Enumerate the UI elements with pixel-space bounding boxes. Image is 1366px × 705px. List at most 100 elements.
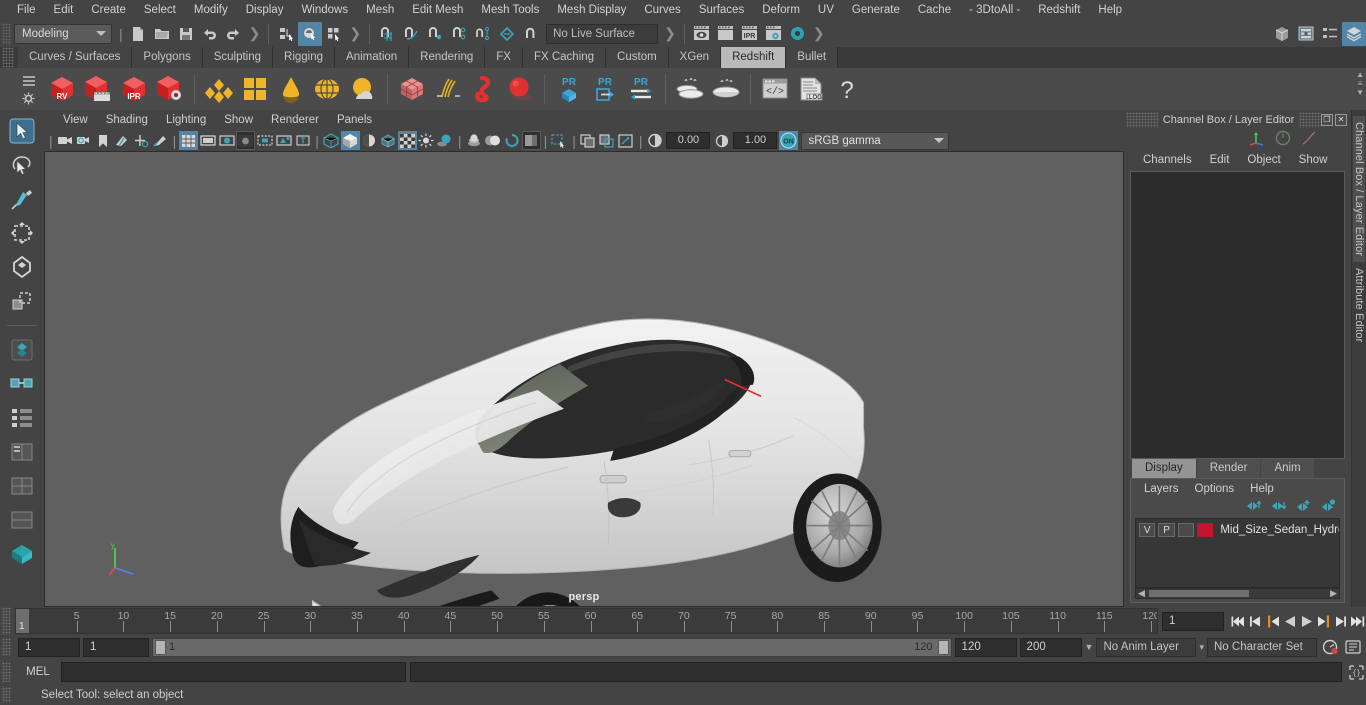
gamma-icon[interactable] bbox=[712, 131, 731, 150]
menu-item-create[interactable]: Create bbox=[82, 0, 135, 20]
undo-icon[interactable] bbox=[198, 22, 222, 46]
menu-item-file[interactable]: File bbox=[8, 0, 45, 20]
help-line-grip[interactable] bbox=[2, 687, 11, 703]
panel-grip[interactable] bbox=[1126, 111, 1158, 128]
time-slider-grip[interactable] bbox=[2, 607, 11, 635]
anim-layer-selector[interactable]: No Anim Layer bbox=[1096, 637, 1197, 657]
select-tool[interactable] bbox=[6, 114, 38, 148]
menu-item-curves[interactable]: Curves bbox=[635, 0, 689, 20]
script-editor-icon[interactable]: {} bbox=[1346, 662, 1366, 682]
shelf-button-redshift-proxy-convert[interactable]: PR bbox=[623, 71, 659, 107]
layer-playback-toggle[interactable]: P bbox=[1158, 523, 1175, 537]
persp-quick-layout[interactable] bbox=[6, 469, 38, 503]
channel-box-content[interactable] bbox=[1130, 171, 1345, 459]
panel-menu-renderer[interactable]: Renderer bbox=[262, 110, 328, 130]
shelf-tab-curves-surfaces[interactable]: Curves / Surfaces bbox=[18, 47, 133, 68]
shelf-tab-rigging[interactable]: Rigging bbox=[273, 47, 336, 68]
isolate-select-icon[interactable] bbox=[550, 131, 569, 150]
shelf-button-redshift-script-editor[interactable]: </> bbox=[757, 71, 793, 107]
lasso-select-tool[interactable] bbox=[6, 148, 38, 182]
scroll-left-arrow-icon[interactable]: ◀ bbox=[1136, 588, 1147, 599]
menu-item-mesh-display[interactable]: Mesh Display bbox=[548, 0, 635, 20]
grease-pencil-icon[interactable] bbox=[151, 131, 170, 150]
show-hide-modeling-toolkit-icon[interactable] bbox=[1270, 22, 1294, 46]
paint-select-tool[interactable] bbox=[6, 182, 38, 216]
animation-preferences-icon[interactable] bbox=[1343, 637, 1363, 657]
viewport-copy-icon[interactable] bbox=[579, 131, 598, 150]
2d-pan-zoom-icon[interactable] bbox=[132, 131, 151, 150]
menu-item-surfaces[interactable]: Surfaces bbox=[690, 0, 753, 20]
shelf-scroll-arrows[interactable]: ▲ ≡ ▼ bbox=[1356, 70, 1364, 97]
scroll-thumb[interactable] bbox=[1148, 590, 1249, 597]
last-tool-used[interactable] bbox=[6, 333, 38, 367]
panel-menu-shading[interactable]: Shading bbox=[97, 110, 157, 130]
shelf-button-redshift-bake-all[interactable] bbox=[708, 71, 744, 107]
channel-menu-show[interactable]: Show bbox=[1290, 154, 1337, 166]
redo-icon[interactable] bbox=[222, 22, 246, 46]
outliner-quick-layout[interactable] bbox=[6, 435, 38, 469]
shelf-tab-bullet[interactable]: Bullet bbox=[786, 47, 839, 68]
bookmark-icon[interactable] bbox=[94, 131, 113, 150]
shelf-button-redshift-ipr-render[interactable]: IPR bbox=[116, 71, 152, 107]
layer-menu-options[interactable]: Options bbox=[1187, 483, 1243, 495]
select-by-hierarchy-icon[interactable] bbox=[274, 22, 298, 46]
layer-list-horizontal-scrollbar[interactable]: ◀ ▶ bbox=[1135, 588, 1340, 599]
command-language-label[interactable]: MEL bbox=[19, 666, 57, 678]
time-slider[interactable]: 1 5 10 15 20 25 30 35 40 45 50 55 60 65 70 75 80 85 90 95 1… bbox=[15, 608, 1158, 634]
create-new-layer-icon[interactable] bbox=[1296, 499, 1311, 515]
range-start-time-field[interactable]: 1 bbox=[83, 637, 149, 657]
layer-menu-help[interactable]: Help bbox=[1242, 483, 1282, 495]
exposure-field[interactable]: 0.00 bbox=[666, 132, 711, 149]
panel-menu-view[interactable]: View bbox=[54, 110, 97, 130]
range-start-handle[interactable] bbox=[155, 639, 166, 655]
move-tool[interactable] bbox=[6, 216, 38, 250]
menu-item-cache[interactable]: Cache bbox=[909, 0, 960, 20]
hypershade-icon[interactable] bbox=[786, 22, 810, 46]
select-by-component-type-icon[interactable] bbox=[322, 22, 346, 46]
motion-blur-icon[interactable] bbox=[484, 131, 503, 150]
viewport-paste-icon[interactable] bbox=[598, 131, 617, 150]
render-settings-icon[interactable] bbox=[762, 22, 786, 46]
shelf-button-redshift-proxy-export[interactable]: PR bbox=[551, 71, 587, 107]
snap-settings-icon[interactable] bbox=[519, 22, 543, 46]
shelf-tab-fx[interactable]: FX bbox=[485, 47, 523, 68]
panel-menu-panels[interactable]: Panels bbox=[328, 110, 381, 130]
shelf-tab-fx-caching[interactable]: FX Caching bbox=[522, 47, 607, 68]
menu-item-edit-mesh[interactable]: Edit Mesh bbox=[403, 0, 472, 20]
go-to-start-icon[interactable] bbox=[1230, 610, 1247, 632]
play-backwards-icon[interactable] bbox=[1281, 610, 1298, 632]
shelf-tab-polygons[interactable]: Polygons bbox=[132, 47, 203, 68]
menu-set-selector[interactable]: Modeling bbox=[14, 23, 112, 44]
shelf-button-redshift-render-settings[interactable] bbox=[152, 71, 188, 107]
layer-tab-anim[interactable]: Anim bbox=[1261, 459, 1314, 478]
screen-space-ao-icon[interactable] bbox=[465, 131, 484, 150]
layer-shading-toggle[interactable] bbox=[1177, 523, 1195, 537]
layer-name[interactable]: Mid_Size_Sedan_Hydro bbox=[1216, 524, 1339, 536]
snap-to-grid-icon[interactable] bbox=[375, 22, 399, 46]
resolution-gate-icon[interactable] bbox=[217, 131, 236, 150]
color-management-toggle-icon[interactable]: ON bbox=[779, 131, 799, 150]
xray-icon[interactable] bbox=[379, 131, 398, 150]
menu-item-select[interactable]: Select bbox=[135, 0, 185, 20]
shelf-button-redshift-sphere[interactable] bbox=[502, 71, 538, 107]
shelf-menu-icon[interactable] bbox=[20, 72, 37, 89]
step-back-frame-icon[interactable] bbox=[1264, 610, 1281, 632]
shelf-tab-redshift[interactable]: Redshift bbox=[721, 47, 787, 68]
menu-item-3dtoall[interactable]: - 3DtoAll - bbox=[960, 0, 1029, 20]
shelf-tab-sculpting[interactable]: Sculpting bbox=[202, 47, 274, 68]
layer-visibility-toggle[interactable]: V bbox=[1139, 523, 1156, 537]
current-frame-field[interactable]: 1 bbox=[1162, 611, 1224, 631]
shelf-button-redshift-sun-sky[interactable] bbox=[345, 71, 381, 107]
perspective-viewport[interactable]: y persp bbox=[44, 151, 1124, 607]
side-tab-attribute-editor[interactable]: Attribute Editor bbox=[1353, 262, 1365, 348]
shelf-button-redshift-help[interactable]: ? bbox=[829, 71, 865, 107]
viewport-snapshot-icon[interactable] bbox=[617, 131, 636, 150]
layer-color-swatch[interactable] bbox=[1197, 523, 1214, 537]
shelf-button-redshift-hair[interactable] bbox=[430, 71, 466, 107]
animation-start-time-field[interactable]: 1 bbox=[18, 637, 80, 657]
step-forward-frame-icon[interactable] bbox=[1315, 610, 1332, 632]
shelf-button-redshift-bake-set[interactable] bbox=[672, 71, 708, 107]
film-origin-icon[interactable] bbox=[255, 131, 274, 150]
use-default-lights-icon[interactable] bbox=[417, 131, 436, 150]
channel-menu-edit[interactable]: Edit bbox=[1201, 154, 1239, 166]
